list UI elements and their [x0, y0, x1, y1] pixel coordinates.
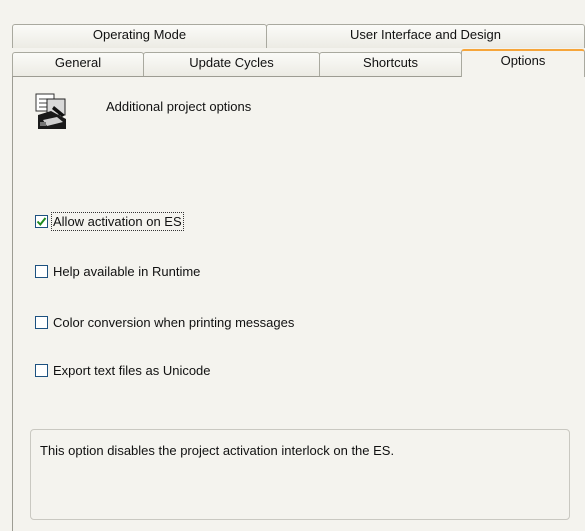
option-description-box: This option disables the project activat…: [30, 429, 570, 520]
tab-update-cycles[interactable]: Update Cycles: [143, 52, 320, 76]
checkbox-label: Color conversion when printing messages: [53, 315, 295, 330]
tab-label: Operating Mode: [92, 27, 187, 42]
checkbox-label: Allow activation on ES: [51, 212, 184, 231]
checkbox-box[interactable]: [35, 215, 48, 228]
tab-shortcuts[interactable]: Shortcuts: [319, 52, 462, 76]
options-tab-page: Additional project options Allow activat…: [12, 76, 585, 531]
tab-label: General: [54, 55, 102, 70]
checkbox-box[interactable]: [35, 316, 48, 329]
tab-options[interactable]: Options: [461, 49, 585, 77]
project-options-icon: [35, 93, 69, 131]
tab-label: Shortcuts: [363, 55, 418, 70]
tab-operating-mode[interactable]: Operating Mode: [12, 24, 267, 48]
tab-general[interactable]: General: [12, 52, 144, 76]
checkmark-icon: [36, 217, 47, 227]
tab-label: Update Cycles: [189, 55, 274, 70]
checkbox-help-available-in-runtime[interactable]: Help available in Runtime: [35, 264, 200, 279]
checkbox-label: Export text files as Unicode: [53, 363, 211, 378]
tab-label: User Interface and Design: [349, 27, 502, 42]
tab-user-interface-and-design[interactable]: User Interface and Design: [266, 24, 585, 48]
checkbox-label: Help available in Runtime: [53, 264, 201, 279]
tab-label: Options: [500, 53, 546, 68]
checkbox-color-conversion-when-printing[interactable]: Color conversion when printing messages: [35, 315, 294, 330]
options-heading: Additional project options: [106, 99, 252, 114]
checkbox-box[interactable]: [35, 364, 48, 377]
checkbox-export-text-files-as-unicode[interactable]: Export text files as Unicode: [35, 363, 211, 378]
checkbox-allow-activation-on-es[interactable]: Allow activation on ES: [35, 212, 184, 231]
option-description-text: This option disables the project activat…: [40, 443, 395, 458]
checkbox-box[interactable]: [35, 265, 48, 278]
